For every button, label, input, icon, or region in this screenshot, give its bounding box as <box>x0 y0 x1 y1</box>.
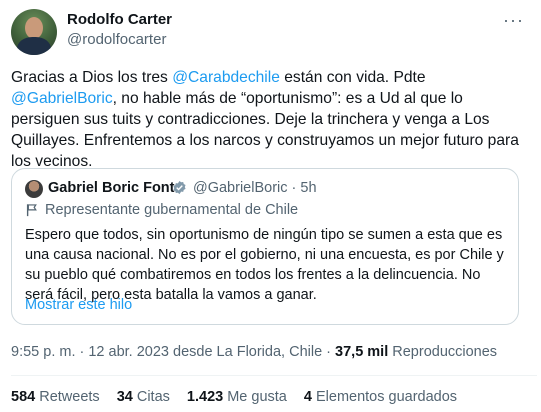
tweet-timestamp[interactable]: 9:55 p. m. · 12 abr. 2023 desde La Flori… <box>11 344 335 360</box>
quoted-author-avatar[interactable] <box>25 180 43 198</box>
likes-stat[interactable]: 1.423 Me gusta <box>187 389 287 405</box>
retweets-label: Retweets <box>35 389 100 405</box>
quoted-handle-time[interactable]: @GabrielBoric · 5h <box>193 180 317 196</box>
avatar-face <box>25 17 43 39</box>
author-name[interactable]: Rodolfo Carter <box>67 11 172 28</box>
show-thread-link[interactable]: Mostrar este hilo <box>25 297 132 313</box>
tweet-metadata: 9:55 p. m. · 12 abr. 2023 desde La Flori… <box>11 344 497 360</box>
tweet-text-part-1: Gracias a Dios los tres <box>11 69 173 86</box>
government-label: Representante gubernamental de Chile <box>25 202 298 218</box>
mention-carabdechile[interactable]: @Carabdechile <box>172 69 280 86</box>
views-count: 37,5 mil <box>335 344 389 360</box>
verified-badge-icon <box>173 180 186 195</box>
views-label: Reproducciones <box>388 344 498 360</box>
retweets-count: 584 <box>11 389 36 405</box>
quoted-tweet[interactable]: Gabriel Boric Font @GabrielBoric · 5h Re… <box>11 168 519 325</box>
bookmarks-label: Elementos guardados <box>311 389 458 405</box>
tweet-text-part-2: están con vida. Pdte <box>279 69 426 86</box>
retweets-stat[interactable]: 584 Retweets <box>11 389 100 405</box>
quoted-author-name[interactable]: Gabriel Boric Font <box>48 180 175 196</box>
tweet-text: Gracias a Dios los tres @Carabdechile es… <box>11 67 526 172</box>
mention-gabrielboric[interactable]: @GabrielBoric <box>11 90 113 107</box>
ellipsis-icon[interactable]: ··· <box>503 10 524 31</box>
quoted-text: Espero que todos, sin oportunismo de nin… <box>25 227 504 303</box>
likes-label: Me gusta <box>223 389 287 405</box>
quotes-count: 34 <box>116 389 133 405</box>
author-handle[interactable]: @rodolfocarter <box>67 31 166 48</box>
bookmarks-stat[interactable]: 4 Elementos guardados <box>304 389 457 405</box>
quotes-label: Citas <box>132 389 170 405</box>
likes-count: 1.423 <box>186 389 224 405</box>
author-avatar[interactable] <box>11 9 57 55</box>
government-label-text: Representante gubernamental de Chile <box>45 202 299 218</box>
avatar-body <box>17 37 51 55</box>
quotes-stat[interactable]: 34 Citas <box>117 389 170 405</box>
divider <box>11 375 537 376</box>
bookmarks-count: 4 <box>303 389 312 405</box>
engagement-stats: 584 Retweets 34 Citas 1.423 Me gusta 4 E… <box>11 389 474 405</box>
flag-icon <box>26 204 37 217</box>
